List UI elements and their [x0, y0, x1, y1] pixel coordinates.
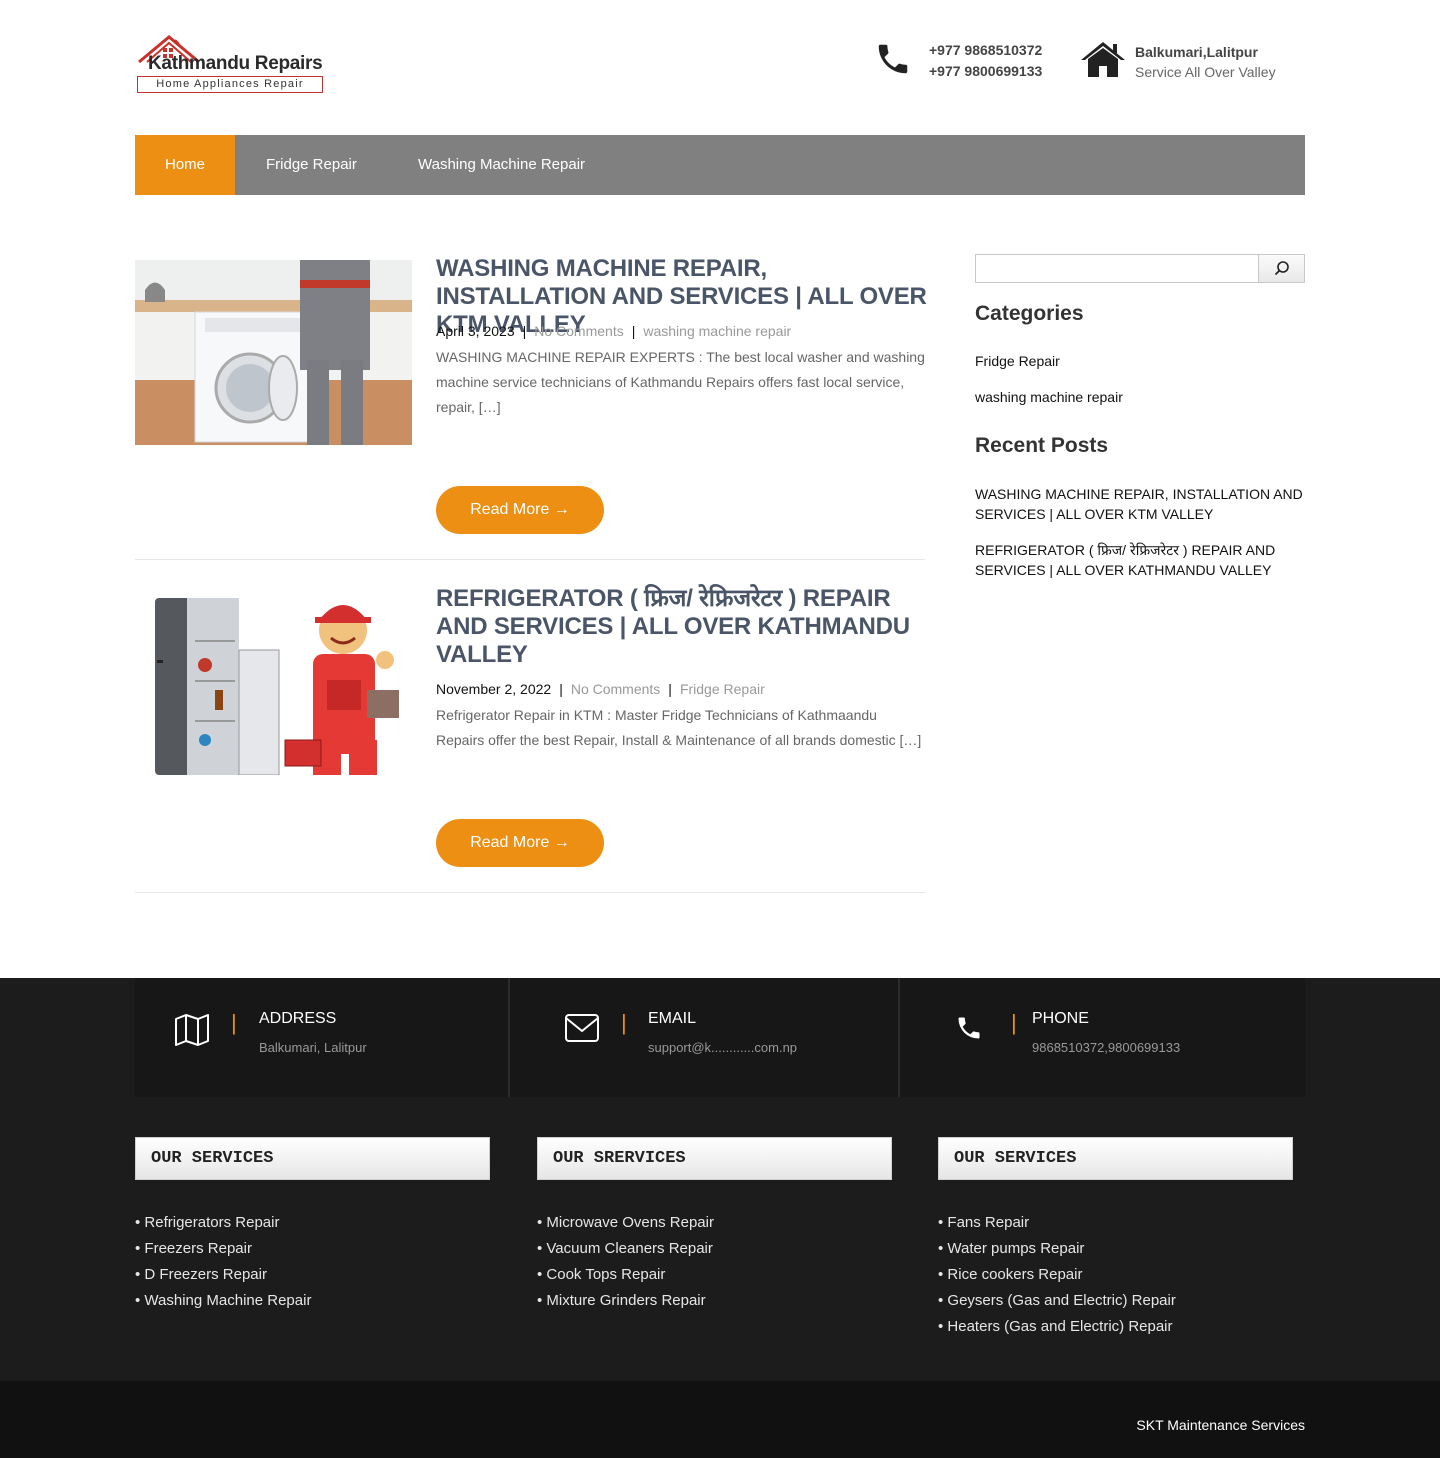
- footer-phone-card: | PHONE 9868510372,9800699133: [900, 978, 1305, 1097]
- logo-title: Kathmandu Repairs: [148, 53, 323, 74]
- service-item[interactable]: • Refrigerators Repair: [135, 1210, 311, 1236]
- header-location: Balkumari,Lalitpur Service All Over Vall…: [1080, 40, 1290, 90]
- post-card: REFRIGERATOR ( फ्रिज/ रेफ्रिजरेटर ) REPA…: [135, 585, 925, 893]
- footer-address-title: ADDRESS: [259, 1010, 337, 1027]
- post-meta: November 2, 2022 | No Comments | Fridge Repa…: [436, 681, 765, 697]
- phone-number-1[interactable]: +977 9868510372: [929, 42, 1042, 58]
- footer-email-title: EMAIL: [648, 1010, 697, 1027]
- categories-heading: Categories: [975, 302, 1084, 325]
- services-list: • Fans Repair • Water pumps Repair • Ric…: [938, 1210, 1176, 1340]
- service-item[interactable]: • D Freezers Repair: [135, 1262, 311, 1288]
- logo-subtitle: Home Appliances Repair: [137, 76, 323, 93]
- phone-icon: [958, 1017, 980, 1039]
- washing-machine-image: [135, 260, 412, 445]
- service-item[interactable]: • Microwave Ovens Repair: [537, 1210, 714, 1236]
- service-item[interactable]: • Washing Machine Repair: [135, 1288, 311, 1314]
- footer-email-value[interactable]: support@k............com.np: [648, 1040, 797, 1055]
- post-card: WASHING MACHINE REPAIR, INSTALLATION AND…: [135, 255, 927, 560]
- footer-card-divider: |: [231, 1010, 237, 1035]
- post-thumbnail-washing-machine[interactable]: [135, 260, 412, 445]
- service-item[interactable]: • Cook Tops Repair: [537, 1262, 714, 1288]
- footer-address-value: Balkumari, Lalitpur: [259, 1040, 367, 1055]
- map-icon: [175, 1014, 209, 1046]
- services-list: • Refrigerators Repair • Freezers Repair…: [135, 1210, 311, 1314]
- envelope-icon: [565, 1014, 599, 1042]
- post-comments-link[interactable]: No Comments: [571, 681, 660, 697]
- footer-address-card: | ADDRESS Balkumari, Lalitpur: [135, 978, 508, 1097]
- category-link-washing-machine-repair[interactable]: washing machine repair: [975, 387, 1310, 407]
- recent-post-link[interactable]: WASHING MACHINE REPAIR, INSTALLATION AND…: [975, 484, 1310, 524]
- service-item[interactable]: • Rice cookers Repair: [938, 1262, 1176, 1288]
- header-phone: +977 9868510372 +977 9800699133: [874, 40, 1064, 90]
- post-category-link[interactable]: washing machine repair: [643, 323, 791, 339]
- post-category-link[interactable]: Fridge Repair: [680, 681, 765, 697]
- post-excerpt: Refrigerator Repair in KTM : Master Frid…: [436, 707, 922, 748]
- services-list: • Microwave Ovens Repair • Vacuum Cleane…: [537, 1210, 714, 1314]
- site-footer: | ADDRESS Balkumari, Lalitpur | EMAIL su…: [0, 978, 1440, 1458]
- service-item[interactable]: • Geysers (Gas and Electric) Repair: [938, 1288, 1176, 1314]
- footer-card-divider: |: [621, 1010, 627, 1035]
- recent-posts-heading: Recent Posts: [975, 434, 1109, 457]
- service-item[interactable]: • Water pumps Repair: [938, 1236, 1176, 1262]
- copyright-bar: SKT Maintenance Services: [0, 1381, 1440, 1458]
- phone-icon: [878, 44, 908, 74]
- footer-card-divider: |: [1011, 1010, 1017, 1035]
- service-item[interactable]: • Freezers Repair: [135, 1236, 311, 1262]
- services-heading: OUR SERVICES: [135, 1137, 490, 1180]
- post-comments-link[interactable]: No Comments: [534, 323, 623, 339]
- services-heading: OUR SERVICES: [938, 1137, 1293, 1180]
- site-logo[interactable]: Kathmandu Repairs Home Appliances Repair: [135, 34, 325, 96]
- post-meta: April 3, 2023 | No Comments | washing machin…: [436, 323, 792, 339]
- nav-item-home[interactable]: Home: [135, 135, 236, 195]
- footer-credit[interactable]: SKT Maintenance Services: [1136, 1417, 1305, 1433]
- footer-phone-value[interactable]: 9868510372,9800699133: [1032, 1040, 1180, 1055]
- main-nav: Home Fridge Repair Washing Machine Repai…: [135, 135, 1305, 195]
- service-item[interactable]: • Fans Repair: [938, 1210, 1176, 1236]
- service-item[interactable]: • Mixture Grinders Repair: [537, 1288, 714, 1314]
- refrigerator-image: [135, 590, 412, 775]
- home-icon: [1081, 42, 1125, 77]
- footer-email-card: | EMAIL support@k............com.np: [510, 978, 898, 1097]
- post-date: April 3, 2023: [436, 323, 515, 339]
- location-coverage: Service All Over Valley: [1135, 64, 1276, 80]
- nav-item-washing-machine-repair[interactable]: Washing Machine Repair: [388, 135, 615, 195]
- service-item[interactable]: • Heaters (Gas and Electric) Repair: [938, 1314, 1176, 1340]
- category-link-fridge-repair[interactable]: Fridge Repair: [975, 351, 1310, 371]
- search-input[interactable]: [976, 255, 1259, 282]
- services-heading: OUR SRERVICES: [537, 1137, 892, 1180]
- phone-number-2[interactable]: +977 9800699133: [929, 63, 1042, 79]
- post-thumbnail-refrigerator[interactable]: [135, 590, 412, 775]
- search-button[interactable]: [1258, 255, 1304, 282]
- nav-item-fridge-repair[interactable]: Fridge Repair: [236, 135, 387, 195]
- search-icon: [1274, 261, 1289, 276]
- footer-phone-title: PHONE: [1032, 1010, 1089, 1027]
- read-more-button[interactable]: Read More →: [436, 819, 604, 867]
- location-name: Balkumari,Lalitpur: [1135, 44, 1258, 60]
- site-header: Kathmandu Repairs Home Appliances Repair…: [0, 0, 1440, 135]
- post-title[interactable]: REFRIGERATOR ( फ्रिज/ रेफ्रिजरेटर ) REPA…: [436, 585, 928, 669]
- service-item[interactable]: • Vacuum Cleaners Repair: [537, 1236, 714, 1262]
- search-form: [975, 254, 1305, 283]
- post-excerpt: WASHING MACHINE REPAIR EXPERTS : The bes…: [436, 349, 925, 415]
- read-more-button[interactable]: Read More →: [436, 486, 604, 534]
- recent-post-link[interactable]: REFRIGERATOR ( फ्रिज/ रेफ्रिजरेटर ) REPA…: [975, 540, 1310, 580]
- post-date: November 2, 2022: [436, 681, 552, 697]
